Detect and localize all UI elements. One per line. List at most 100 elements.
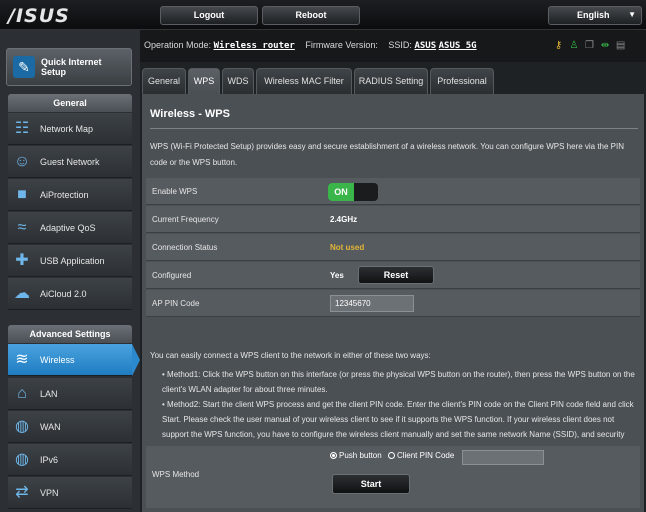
main-content: Operation Mode: Wireless router Firmware… — [140, 30, 646, 512]
sidebar-item-adaptive-qos[interactable]: ≈ Adaptive QoS — [8, 212, 132, 244]
enable-wps-row: Enable WPS ON — [146, 178, 640, 205]
sidebar-item-label: Wireless — [40, 355, 75, 365]
frequency-value: 2.4GHz — [330, 215, 358, 224]
sidebar-item-label: Guest Network — [40, 157, 100, 167]
tab-wireless-mac-filter[interactable]: Wireless MAC Filter — [256, 68, 352, 94]
lock-icon: ■ — [17, 186, 27, 203]
sidebar-item-label: IPv6 — [40, 455, 59, 465]
chevron-down-icon: ▼ — [628, 10, 636, 19]
sidebar: ✎ Quick Internet Setup General ☷ Network… — [0, 30, 140, 512]
cloud-icon: ☁ — [14, 285, 30, 302]
usb-icon[interactable]: ⇹ — [599, 40, 612, 51]
tab-professional[interactable]: Professional — [430, 68, 494, 94]
title-divider — [150, 128, 638, 129]
sidebar-item-network-map[interactable]: ☷ Network Map — [8, 113, 132, 145]
language-select[interactable]: English ▼ — [548, 6, 642, 25]
start-button[interactable]: Start — [332, 474, 410, 494]
advanced-section-header: Advanced Settings — [8, 325, 132, 343]
client-pin-label: Client PIN Code — [396, 451, 455, 460]
firmware-version-label: Firmware Version: — [305, 40, 378, 50]
wps-method-options: Push button Client PIN Code — [330, 451, 454, 460]
reboot-button[interactable]: Reboot — [262, 6, 360, 25]
globe-icon: ◍ — [15, 418, 29, 435]
sidebar-item-usb-application[interactable]: ✚ USB Application — [8, 245, 132, 277]
client-pin-input[interactable] — [462, 450, 544, 465]
sidebar-item-label: Network Map — [40, 124, 94, 134]
connection-status-label: Connection Status — [152, 243, 218, 252]
ssid-link-2[interactable]: ASUS_5G — [439, 41, 477, 51]
top-bar: /ISUS Logout Reboot English ▼ — [0, 0, 646, 30]
sidebar-item-wan[interactable]: ◍ WAN — [8, 411, 132, 443]
frequency-row: Current Frequency 2.4GHz — [146, 206, 640, 233]
sidebar-item-label: AiProtection — [40, 190, 89, 200]
network-map-icon: ☷ — [14, 120, 30, 137]
qis-label: Quick Internet Setup — [41, 57, 102, 77]
logout-button[interactable]: Logout — [160, 6, 258, 25]
ap-pin-row: AP PIN Code 12345670 — [146, 290, 640, 317]
sidebar-item-label: LAN — [40, 389, 58, 399]
push-button-label: Push button — [339, 451, 382, 460]
active-item-pointer — [132, 344, 140, 376]
tab-wds[interactable]: WDS — [222, 68, 254, 94]
qos-chart-icon: ≈ — [17, 219, 27, 236]
home-icon: ⌂ — [17, 385, 27, 402]
sidebar-item-label: WAN — [40, 422, 61, 432]
client-pin-radio[interactable] — [387, 452, 395, 459]
sidebar-item-wireless[interactable]: ≋ Wireless — [8, 344, 132, 376]
method1-text: • Method1: Click the WPS button on this … — [162, 370, 635, 394]
copy-icon[interactable]: ❐ — [583, 40, 596, 51]
qis-label-line1: Quick Internet — [41, 57, 102, 67]
tab-wps[interactable]: WPS — [188, 68, 220, 94]
operation-mode-label: Operation Mode: — [144, 40, 212, 50]
quick-internet-setup-button[interactable]: ✎ Quick Internet Setup — [6, 48, 132, 86]
instructions-intro: You can easily connect a WPS client to t… — [150, 351, 431, 360]
ap-pin-label: AP PIN Code — [152, 299, 200, 308]
connection-status-value: Not used — [330, 243, 365, 252]
toggle-on-label: ON — [328, 183, 354, 201]
reset-button[interactable]: Reset — [358, 266, 434, 284]
sidebar-item-ipv6[interactable]: ◍ IPv6 — [8, 444, 132, 476]
sidebar-item-vpn[interactable]: ⇄ VPN — [8, 477, 132, 509]
push-button-radio[interactable] — [330, 452, 337, 459]
status-bar: Operation Mode: Wireless router Firmware… — [140, 30, 646, 62]
operation-mode-link[interactable]: Wireless router — [214, 41, 295, 51]
puzzle-icon: ✚ — [15, 252, 29, 269]
wifi-icon: ≋ — [15, 351, 29, 368]
wand-icon: ✎ — [13, 56, 35, 78]
enable-wps-label: Enable WPS — [152, 187, 198, 196]
status-text: Operation Mode: Wireless router Firmware… — [144, 40, 477, 51]
ipv6-globe-icon: ◍ — [15, 451, 29, 468]
ssid-label: SSID: — [388, 40, 412, 50]
configured-row: Configured Yes Reset — [146, 262, 640, 289]
tab-radius-setting[interactable]: RADIUS Setting — [354, 68, 428, 94]
sidebar-item-aicloud[interactable]: ☁ AiCloud 2.0 — [8, 278, 132, 310]
guest-users-icon: ☺ — [13, 153, 31, 170]
page-title: Wireless - WPS — [150, 108, 230, 120]
ap-pin-field[interactable]: 12345670 — [330, 295, 414, 312]
sidebar-item-label: VPN — [40, 488, 59, 498]
sidebar-item-guest-network[interactable]: ☺ Guest Network — [8, 146, 132, 178]
wps-instructions: You can easily connect a WPS client to t… — [150, 348, 638, 457]
asus-logo: /ISUS — [8, 5, 70, 27]
enable-wps-toggle[interactable]: ON — [328, 183, 378, 201]
ssid-link-1[interactable]: ASUS — [414, 41, 436, 51]
key-icon[interactable]: ⚷ — [552, 40, 565, 51]
configured-label: Configured — [152, 271, 192, 280]
general-section-header: General — [8, 94, 132, 112]
wps-method-label: WPS Method — [152, 470, 200, 479]
sidebar-item-label: AiCloud 2.0 — [40, 289, 87, 299]
sidebar-item-label: Adaptive QoS — [40, 223, 96, 233]
qis-label-line2: Setup — [41, 67, 67, 77]
sidebar-item-aiprotection[interactable]: ■ AiProtection — [8, 179, 132, 211]
user-icon[interactable]: ♙ — [568, 40, 581, 51]
printer-icon[interactable]: ▤ — [614, 40, 627, 51]
wps-method-row: WPS Method Push button Client PIN Code S… — [146, 446, 640, 508]
tab-general[interactable]: General — [142, 68, 186, 94]
configured-value: Yes — [330, 271, 344, 280]
frequency-label: Current Frequency — [152, 215, 219, 224]
vpn-icon: ⇄ — [15, 484, 29, 501]
sidebar-item-lan[interactable]: ⌂ LAN — [8, 378, 132, 410]
connection-status-row: Connection Status Not used — [146, 234, 640, 261]
sidebar-item-label: USB Application — [40, 256, 105, 266]
wps-description: WPS (Wi-Fi Protected Setup) provides eas… — [150, 142, 624, 167]
